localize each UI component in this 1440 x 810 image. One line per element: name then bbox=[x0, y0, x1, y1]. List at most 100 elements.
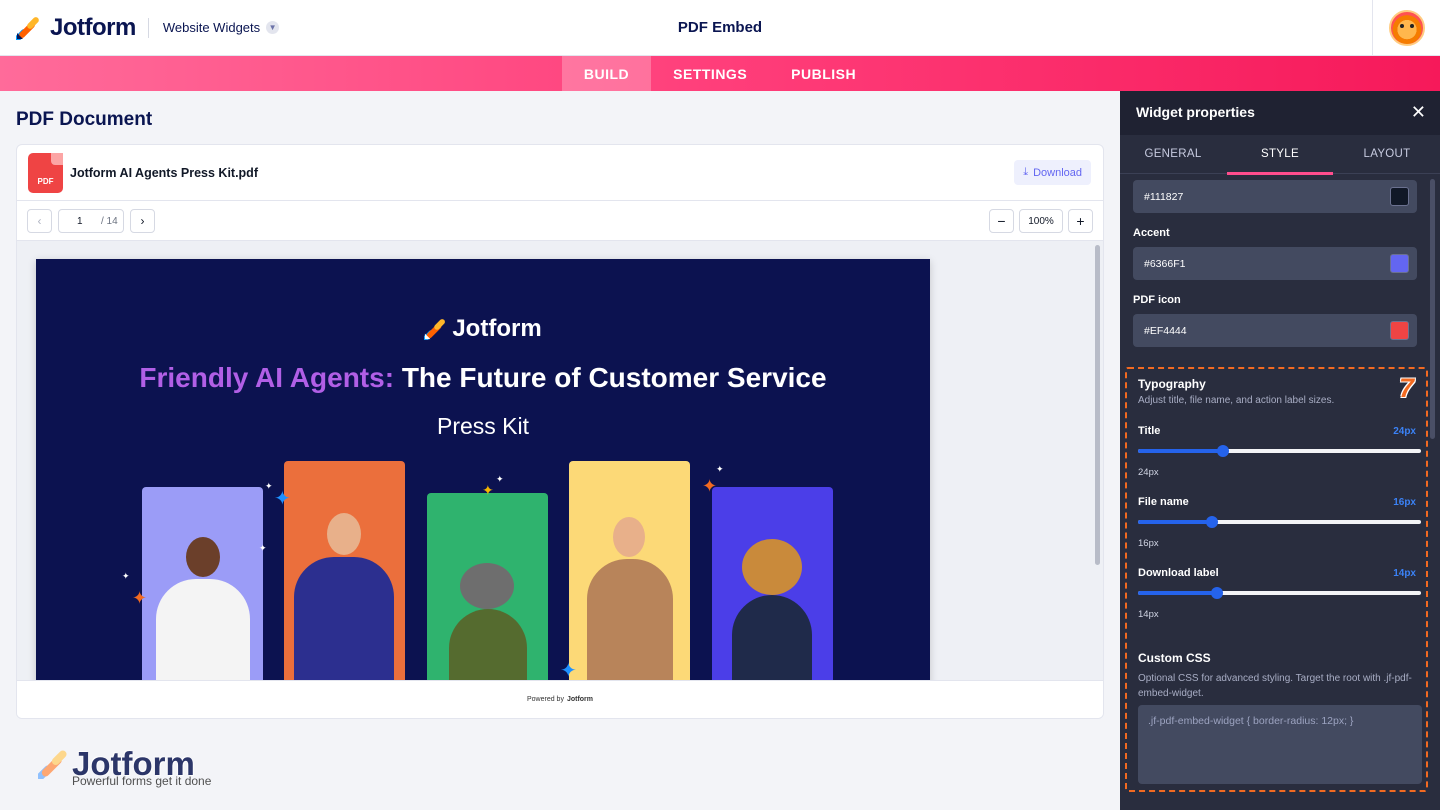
accent-color-field[interactable]: #6366F1 bbox=[1133, 247, 1417, 280]
step-badge: 7 bbox=[1398, 373, 1414, 403]
tab-general[interactable]: GENERAL bbox=[1120, 135, 1226, 174]
custom-css-input[interactable] bbox=[1138, 705, 1422, 784]
close-icon[interactable]: ✕ bbox=[1411, 102, 1426, 123]
character-panel-2 bbox=[284, 461, 405, 682]
widget-properties-panel: Widget properties ✕ GENERAL STYLE LAYOUT… bbox=[1120, 91, 1440, 810]
accent-label: Accent bbox=[1133, 227, 1170, 239]
character-panel-1 bbox=[142, 487, 263, 682]
powered-by-footer[interactable]: Powered by Jotform bbox=[17, 680, 1103, 718]
title-size-slider[interactable] bbox=[1138, 445, 1421, 457]
main-nav: BUILD SETTINGS PUBLISH bbox=[0, 56, 1440, 91]
typography-title: Typography bbox=[1138, 377, 1206, 391]
pdf-page-logo: Jotform bbox=[36, 315, 930, 343]
file-name-size-slider[interactable] bbox=[1138, 516, 1421, 528]
download-icon: ⤓ bbox=[1023, 166, 1029, 178]
download-button[interactable]: ⤓ Download bbox=[1014, 160, 1091, 185]
character-head bbox=[742, 539, 802, 595]
powered-by-text: Powered by bbox=[526, 696, 564, 703]
character-body bbox=[294, 557, 394, 682]
top-bar: Jotform Website Widgets ▼ PDF Embed bbox=[0, 0, 1440, 56]
tab-style[interactable]: STYLE bbox=[1227, 135, 1333, 175]
card-header: PDF Jotform AI Agents Press Kit.pdf ⤓ Do… bbox=[17, 145, 1103, 201]
user-menu[interactable] bbox=[1372, 0, 1440, 56]
sparkle-icon: ✦ bbox=[716, 464, 724, 474]
typography-section: Typography Adjust title, file name, and … bbox=[1125, 367, 1428, 792]
panel-header: Widget properties ✕ bbox=[1120, 91, 1440, 135]
viewer-toolbar: ‹ 1 / 14 › − 100% + bbox=[17, 202, 1103, 241]
jotform-logo[interactable]: Jotform bbox=[16, 14, 136, 42]
pdf-icon-fold bbox=[51, 153, 63, 165]
pdf-headline: Friendly AI Agents: The Future of Custom… bbox=[36, 362, 930, 394]
current-page: 1 bbox=[77, 216, 83, 227]
tab-settings[interactable]: SETTINGS bbox=[651, 56, 769, 91]
jotform-logo-icon bbox=[16, 16, 39, 40]
tab-layout[interactable]: LAYOUT bbox=[1334, 135, 1440, 174]
character-panel-3 bbox=[427, 493, 548, 682]
pdf-icon-label: PDF bbox=[37, 177, 54, 186]
character-head bbox=[327, 513, 361, 555]
widget-selector[interactable]: Website Widgets ▼ bbox=[162, 20, 280, 35]
character-panel-5 bbox=[712, 487, 833, 682]
character-body bbox=[587, 559, 673, 682]
sparkle-icon: ✦ bbox=[122, 571, 130, 581]
pdf-viewer[interactable]: Jotform Friendly AI Agents: The Future o… bbox=[17, 241, 1103, 682]
text-color-swatch[interactable] bbox=[1390, 187, 1409, 206]
text-color-field[interactable]: #111827 bbox=[1133, 180, 1417, 213]
pdf-file-icon: PDF bbox=[28, 153, 63, 193]
pdf-icon-color-swatch[interactable] bbox=[1390, 321, 1409, 340]
prev-page-button[interactable]: ‹ bbox=[27, 209, 52, 233]
brand-divider bbox=[147, 17, 149, 38]
panel-tabs: GENERAL STYLE LAYOUT bbox=[1120, 135, 1440, 175]
text-color-value: #111827 bbox=[1144, 191, 1184, 203]
slider-thumb[interactable] bbox=[1205, 516, 1218, 528]
avatar[interactable] bbox=[1388, 10, 1425, 46]
custom-css-title: Custom CSS bbox=[1138, 651, 1211, 665]
tab-publish[interactable]: PUBLISH bbox=[769, 56, 878, 91]
sparkle-icon: ✦ bbox=[702, 476, 718, 496]
title-size-readout: 24px bbox=[1138, 467, 1159, 478]
pdf-headline-accent: Friendly AI Agents: bbox=[139, 362, 395, 393]
sparkle-icon: ✦ bbox=[496, 474, 504, 484]
watermark-tagline: Powerful forms get it done bbox=[72, 774, 212, 788]
file-name: Jotform AI Agents Press Kit.pdf bbox=[70, 166, 258, 180]
pdf-page: Jotform Friendly AI Agents: The Future o… bbox=[36, 259, 930, 682]
pdf-icon-color-field[interactable]: #EF4444 bbox=[1133, 314, 1417, 347]
pdf-headline-rest: The Future of Customer Service bbox=[401, 362, 827, 393]
jotform-logo-icon bbox=[424, 319, 446, 340]
chevron-down-icon: ▼ bbox=[266, 21, 280, 34]
zoom-level: 100% bbox=[1019, 209, 1063, 233]
pdf-subline: Press Kit bbox=[436, 413, 530, 439]
title-size-value: 24px bbox=[1393, 426, 1416, 437]
viewer-scrollbar[interactable] bbox=[1095, 245, 1100, 565]
accent-color-value: #6366F1 bbox=[1144, 258, 1186, 270]
zoom-controls: − 100% + bbox=[989, 209, 1093, 233]
sparkle-icon: ✦ bbox=[132, 588, 148, 608]
widget-selector-label: Website Widgets bbox=[162, 20, 261, 35]
panel-scrollbar[interactable] bbox=[1430, 179, 1435, 439]
jotform-watermark: Jotform Powerful forms get it done bbox=[38, 745, 211, 788]
page-number-input[interactable]: 1 / 14 bbox=[58, 209, 124, 233]
download-label-size-value: 14px bbox=[1393, 568, 1416, 579]
powered-by-brand: Jotform bbox=[566, 696, 594, 703]
pdf-icon-color-label: PDF icon bbox=[1133, 294, 1181, 306]
accent-color-swatch[interactable] bbox=[1390, 254, 1409, 273]
download-label-size-label: Download label bbox=[1138, 567, 1219, 579]
tab-build[interactable]: BUILD bbox=[561, 56, 652, 91]
panel-title: Widget properties bbox=[1136, 104, 1255, 120]
slider-fill bbox=[1138, 591, 1218, 595]
character-body bbox=[449, 609, 527, 682]
slider-thumb[interactable] bbox=[1211, 587, 1224, 599]
title-size-label: Title bbox=[1138, 425, 1161, 437]
zoom-out-button[interactable]: − bbox=[989, 209, 1014, 233]
slider-thumb[interactable] bbox=[1216, 445, 1229, 457]
download-label-size-slider[interactable] bbox=[1138, 587, 1421, 599]
pdf-page-logo-text: Jotform bbox=[452, 315, 542, 342]
sparkle-icon: ✦ bbox=[274, 488, 291, 510]
sparkle-icon: ✦ bbox=[482, 482, 494, 498]
next-page-button[interactable]: › bbox=[130, 209, 155, 233]
character-panel-4 bbox=[569, 461, 690, 682]
slider-fill bbox=[1138, 449, 1223, 453]
zoom-in-button[interactable]: + bbox=[1068, 209, 1093, 233]
sparkle-icon: ✦ bbox=[560, 660, 577, 682]
character-head bbox=[186, 537, 220, 577]
